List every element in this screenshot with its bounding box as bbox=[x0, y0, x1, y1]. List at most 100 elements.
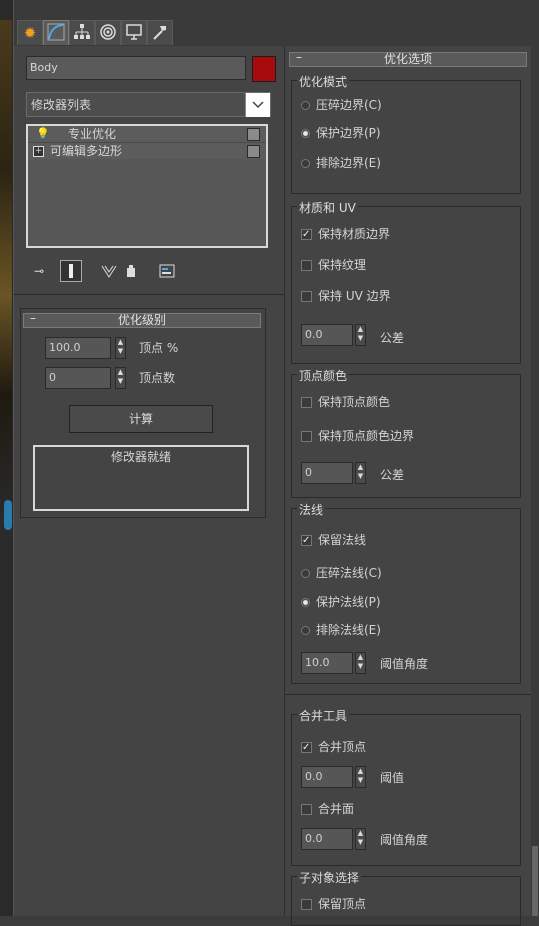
radio-exclude-borders[interactable]: 排除边界(E) bbox=[301, 155, 381, 171]
hierarchy-icon bbox=[73, 23, 91, 44]
plus-box-icon[interactable]: + bbox=[33, 146, 44, 157]
object-color-swatch[interactable] bbox=[252, 56, 276, 82]
configure-modifier-sets-icon[interactable] bbox=[156, 260, 178, 282]
checkbox-checked-icon bbox=[301, 533, 312, 549]
stack-item-label: 专业优化 bbox=[68, 127, 117, 141]
command-panel-tabs: ✹ bbox=[14, 0, 539, 46]
checkbox-keep-vertices[interactable]: 保留顶点 bbox=[301, 896, 366, 912]
panel-scrollbar[interactable] bbox=[531, 46, 539, 916]
spinner-arrows-icon[interactable]: ▲ ▼ bbox=[355, 652, 366, 674]
radio-protect-normals[interactable]: 保护法线(P) bbox=[301, 594, 381, 610]
stack-toolbar: ⊸ bbox=[26, 260, 226, 284]
checkbox-keep-uv-boundaries[interactable]: 保持 UV 边界 bbox=[301, 288, 391, 304]
tab-modify[interactable] bbox=[43, 20, 69, 45]
viewport-model-preview bbox=[0, 20, 12, 520]
checkbox-label: 保留顶点 bbox=[318, 897, 367, 911]
create-icon: ✹ bbox=[23, 24, 37, 42]
uv-tolerance-input[interactable]: 0.0 bbox=[301, 324, 353, 346]
tab-display[interactable] bbox=[121, 20, 147, 45]
merge-tools-title: 合并工具 bbox=[297, 707, 350, 724]
stack-item-toggle[interactable] bbox=[247, 145, 260, 158]
chevron-down-icon[interactable] bbox=[245, 93, 270, 117]
radio-crush-normals[interactable]: 压碎法线(C) bbox=[301, 565, 382, 581]
vertex-percent-spinner[interactable]: 100.0 ▲ ▼ bbox=[45, 337, 127, 359]
object-name-field[interactable]: Body bbox=[26, 56, 246, 80]
spinner-arrows-icon[interactable]: ▲ ▼ bbox=[355, 324, 366, 346]
checkbox-icon bbox=[301, 899, 312, 910]
tab-hierarchy[interactable] bbox=[69, 20, 95, 45]
rollout-title: 优化选项 bbox=[383, 52, 432, 66]
checkbox-icon bbox=[301, 397, 312, 408]
vertex-percent-input[interactable]: 100.0 bbox=[45, 337, 111, 359]
checkbox-keep-textures[interactable]: 保持纹理 bbox=[301, 257, 366, 273]
calculate-button[interactable]: 计算 bbox=[69, 405, 213, 433]
viewport-edge[interactable] bbox=[0, 0, 14, 916]
stack-item-toggle[interactable] bbox=[247, 128, 260, 141]
pin-stack-icon[interactable]: ⊸ bbox=[28, 260, 50, 282]
checkbox-keep-vertex-colors[interactable]: 保持顶点颜色 bbox=[301, 394, 390, 410]
vertex-color-tolerance-input[interactable]: 0 bbox=[301, 462, 353, 484]
radio-icon bbox=[301, 626, 310, 635]
spinner-arrows-icon[interactable]: ▲ ▼ bbox=[115, 337, 126, 359]
show-end-result-icon[interactable] bbox=[60, 260, 82, 282]
radio-label: 保护边界(P) bbox=[316, 126, 381, 140]
rollout-title: 优化级别 bbox=[117, 313, 166, 327]
optimization-options-header[interactable]: – 优化选项 bbox=[289, 51, 527, 67]
material-uv-title: 材质和 UV bbox=[297, 199, 358, 216]
radio-label: 保护法线(P) bbox=[316, 595, 381, 609]
viewport-highlight bbox=[4, 500, 12, 530]
merge-threshold-input[interactable]: 0.0 bbox=[301, 766, 353, 788]
checkbox-merge-faces[interactable]: 合并面 bbox=[301, 801, 354, 817]
checkbox-keep-normals[interactable]: 保留法线 bbox=[301, 532, 367, 549]
vertex-color-tolerance-label: 公差 bbox=[380, 468, 405, 482]
lightbulb-icon: 💡 bbox=[36, 127, 50, 140]
radio-icon bbox=[301, 569, 310, 578]
normal-threshold-spinner[interactable]: 10.0 ▲ ▼ bbox=[301, 652, 367, 674]
modifier-list-label: 修改器列表 bbox=[31, 98, 92, 112]
remove-modifier-icon[interactable] bbox=[120, 260, 142, 282]
merge-threshold-spinner[interactable]: 0.0 ▲ ▼ bbox=[301, 766, 367, 788]
vertex-count-input[interactable]: 0 bbox=[45, 367, 111, 389]
radio-label: 压碎法线(C) bbox=[316, 566, 382, 580]
spinner-arrows-icon[interactable]: ▲ ▼ bbox=[355, 462, 366, 484]
tab-utilities[interactable] bbox=[147, 20, 173, 45]
scrollbar-thumb[interactable] bbox=[532, 846, 538, 916]
vertex-color-tolerance-spinner[interactable]: 0 ▲ ▼ bbox=[301, 462, 367, 484]
uv-tolerance-spinner[interactable]: 0.0 ▲ ▼ bbox=[301, 324, 367, 346]
radio-protect-borders[interactable]: 保护边界(P) bbox=[301, 125, 381, 141]
status-box: 修改器就绪 bbox=[33, 445, 249, 511]
divider bbox=[14, 294, 284, 295]
spinner-arrows-icon[interactable]: ▲ ▼ bbox=[115, 367, 126, 389]
stack-item-pro-optimizer[interactable]: 💡 专业优化 bbox=[28, 126, 266, 142]
optimize-mode-title: 优化模式 bbox=[297, 73, 350, 90]
modifier-list-dropdown[interactable]: 修改器列表 bbox=[26, 92, 271, 117]
normal-threshold-input[interactable]: 10.0 bbox=[301, 652, 353, 674]
modifier-stack[interactable]: 💡 专业优化 + 可编辑多边形 bbox=[26, 124, 268, 248]
motion-icon bbox=[99, 23, 117, 44]
face-threshold-spinner[interactable]: 0.0 ▲ ▼ bbox=[301, 828, 367, 850]
make-unique-icon[interactable] bbox=[98, 260, 120, 282]
normals-title: 法线 bbox=[297, 501, 326, 518]
checkbox-label: 保留法线 bbox=[318, 533, 367, 547]
checkbox-label: 保持材质边界 bbox=[318, 227, 391, 241]
checkbox-label: 合并面 bbox=[318, 802, 355, 816]
face-threshold-label: 阈值角度 bbox=[380, 833, 429, 847]
checkbox-label: 合并顶点 bbox=[318, 740, 367, 754]
checkbox-checked-icon bbox=[301, 227, 312, 243]
vertex-count-spinner[interactable]: 0 ▲ ▼ bbox=[45, 367, 127, 389]
spinner-arrows-icon[interactable]: ▲ ▼ bbox=[355, 766, 366, 788]
optimization-level-header[interactable]: – 优化级别 bbox=[23, 312, 261, 328]
stack-item-editable-poly[interactable]: + 可编辑多边形 bbox=[28, 142, 266, 159]
spinner-arrows-icon[interactable]: ▲ ▼ bbox=[355, 828, 366, 850]
normal-threshold-label: 阈值角度 bbox=[380, 657, 429, 671]
vertex-percent-label: 顶点 % bbox=[139, 341, 179, 355]
checkbox-keep-material-boundaries[interactable]: 保持材质边界 bbox=[301, 226, 391, 243]
radio-selected-icon bbox=[301, 129, 310, 138]
tab-motion[interactable] bbox=[95, 20, 121, 45]
checkbox-merge-vertices[interactable]: 合并顶点 bbox=[301, 739, 367, 756]
face-threshold-input[interactable]: 0.0 bbox=[301, 828, 353, 850]
radio-crush-borders[interactable]: 压碎边界(C) bbox=[301, 97, 382, 113]
radio-exclude-normals[interactable]: 排除法线(E) bbox=[301, 622, 381, 638]
checkbox-keep-vertex-color-boundaries[interactable]: 保持顶点颜色边界 bbox=[301, 428, 414, 444]
tab-create[interactable]: ✹ bbox=[17, 20, 43, 45]
